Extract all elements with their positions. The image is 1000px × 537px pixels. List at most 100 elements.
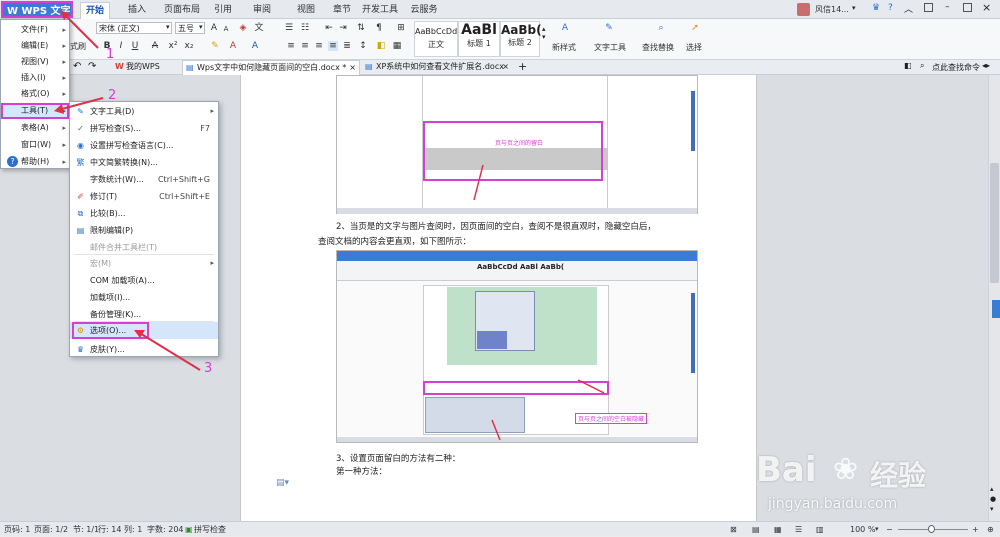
format-painter-label[interactable]: 式刷 [70, 41, 86, 52]
main-menu-help[interactable]: 帮助(H) ▸? [1, 154, 69, 170]
vertical-scrollbar[interactable]: ▴ ● ▾ [988, 75, 1000, 521]
user-chevron-icon[interactable]: ▾ [852, 4, 856, 12]
document-image-2[interactable]: AaBbCcDd AaBl AaBb( 页与页之间的空白被隐藏 [336, 250, 698, 443]
main-menu-window[interactable]: 窗口(W) ▸ [1, 137, 69, 153]
status-words[interactable]: 字数: 204 [147, 522, 184, 537]
zoom-level[interactable]: 100 % [850, 522, 875, 537]
new-tab-icon[interactable]: + [518, 60, 527, 73]
select-icon[interactable]: ➚ [690, 23, 700, 33]
wps-menu-button[interactable]: W WPS 文字 ▾ [1, 1, 73, 33]
close-tab-icon[interactable]: × [349, 61, 356, 75]
shrink-font-icon[interactable]: A [221, 24, 231, 34]
document-page[interactable]: 页与页之间的留白 2、当页是的文字与图片查阅时，因页面间的空白，查阅不是很直观时… [240, 75, 757, 521]
styles-scroll-icon[interactable]: ▴ ▾ [542, 25, 546, 41]
main-menu-file[interactable]: 文件(F) ▸ [1, 22, 69, 38]
undo-icon[interactable]: ↶ [73, 61, 81, 72]
shading-icon[interactable]: ◧ [376, 41, 386, 51]
show-marks-icon[interactable]: ¶ [374, 23, 384, 33]
select-button[interactable]: 选择 [686, 42, 702, 53]
grow-font-icon[interactable]: A [209, 23, 219, 33]
view-outline-icon[interactable]: ☰ [795, 522, 802, 537]
search-command-icon[interactable]: ⌕ [920, 61, 924, 71]
char-border-icon[interactable]: A [250, 41, 260, 51]
pinyin-icon[interactable]: 文 [254, 23, 264, 33]
prev-page-icon[interactable]: ▴ [990, 485, 994, 493]
numbering-icon[interactable]: ☷ [300, 23, 310, 33]
tools-menu-item-2[interactable]: ◉ 设置拼写检查语言(C)... [70, 137, 218, 154]
tools-menu-item-10[interactable]: COM 加载项(A)... [70, 272, 218, 289]
text-tools-button[interactable]: 文字工具 [594, 42, 626, 53]
next-page-icon[interactable]: ▾ [990, 505, 994, 513]
tools-menu-item-3[interactable]: 繁中文简繁转换(N)... [70, 154, 218, 171]
main-menu-edit[interactable]: 编辑(E) ▸ [1, 38, 69, 54]
style-heading-2[interactable]: AaBb( 标题 2 [500, 21, 542, 57]
zoom-chevron-icon[interactable]: ▾ [875, 522, 879, 537]
tools-menu-item-14[interactable]: ♛ 皮肤(Y)... [70, 341, 218, 358]
tools-menu-item-4[interactable]: 字数统计(W)... Ctrl+Shift+G [70, 171, 218, 188]
align-center-icon[interactable]: ≡ [300, 41, 310, 51]
style-heading-1[interactable]: AaBl 标题 1 [458, 21, 500, 57]
view-web-icon[interactable]: ▦ [774, 522, 782, 537]
tools-menu-item-13[interactable]: ⚙ 选项(O)... [70, 322, 218, 339]
view-page-icon[interactable]: ▤ [752, 522, 760, 537]
paste-options-icon[interactable]: ▤▾ [276, 478, 289, 488]
minimize-ribbon-icon[interactable]: ︿ [904, 2, 913, 15]
status-page[interactable]: 页码: 1 [4, 522, 30, 537]
increase-indent-icon[interactable]: ⇥ [338, 23, 348, 33]
paragraph-settings-icon[interactable]: ⊞ [396, 23, 406, 33]
sort-icon[interactable]: ⇅ [356, 23, 366, 33]
side-panel-toggle[interactable] [992, 300, 1000, 318]
close-tab-icon[interactable]: × [502, 60, 509, 74]
tab-ribbon-7[interactable]: 开发工具 [360, 2, 400, 19]
avatar[interactable] [797, 3, 810, 16]
superscript-icon[interactable]: x² [168, 41, 178, 51]
tab-ribbon-6[interactable]: 章节 [328, 2, 356, 19]
user-name[interactable]: 风信14... [815, 4, 849, 15]
tools-menu-item-7[interactable]: ▤ 限制编辑(P) [70, 222, 218, 239]
select-browse-icon[interactable]: ● [990, 495, 996, 503]
underline-icon[interactable]: U [130, 41, 140, 51]
tab-ribbon-3[interactable]: 引用 [208, 2, 238, 19]
tab-ribbon-8[interactable]: 云服务 [406, 2, 442, 19]
share-icon[interactable]: ◧ [904, 61, 912, 70]
status-section[interactable]: 节: 1/1 [73, 522, 99, 537]
new-style-icon[interactable]: A [560, 23, 570, 33]
scroll-thumb[interactable] [990, 163, 999, 283]
close-icon[interactable]: × [982, 1, 991, 14]
tab-ribbon-5[interactable]: 视图 [288, 2, 324, 19]
decrease-indent-icon[interactable]: ⇤ [324, 23, 334, 33]
maximize-icon[interactable] [963, 3, 972, 12]
search-command-link[interactable]: 点此查找命令 [932, 62, 980, 73]
zoom-out-icon[interactable]: − [886, 522, 893, 537]
zoom-slider-thumb[interactable] [928, 525, 935, 533]
style-normal[interactable]: AaBbCcDd 正文 [414, 21, 458, 57]
status-spellcheck[interactable]: 拼写检查 [194, 522, 226, 537]
zoom-in-icon[interactable]: + [972, 522, 979, 537]
focus-mode-icon[interactable]: ⊠ [730, 522, 737, 537]
main-menu-format[interactable]: 格式(O) ▸ [1, 86, 69, 102]
help-icon[interactable]: ? [888, 3, 893, 13]
tab-home[interactable]: 开始 [80, 2, 110, 19]
restore-window-icon[interactable] [924, 3, 933, 12]
font-color-icon[interactable]: A [228, 41, 238, 51]
distribute-icon[interactable]: ≣ [342, 41, 352, 51]
main-menu-view[interactable]: 视图(V) ▸ [1, 54, 69, 70]
status-row[interactable]: 行: 14 [98, 522, 121, 537]
strikethrough-icon[interactable]: A [150, 41, 160, 51]
font-size-chevron-icon[interactable]: ▾ [199, 23, 203, 31]
italic-icon[interactable]: I [116, 41, 126, 51]
main-menu-table[interactable]: 表格(A) ▸ [1, 120, 69, 136]
font-name-select[interactable]: 宋体 (正文) [96, 22, 172, 34]
skin-toggle-icon[interactable]: ♛ [872, 3, 880, 13]
spellcheck-status-icon[interactable]: ▣ [185, 522, 193, 537]
line-spacing-icon[interactable]: ↕ [358, 41, 368, 51]
new-style-button[interactable]: 新样式 [552, 42, 576, 53]
subscript-icon[interactable]: x₂ [184, 41, 194, 51]
font-name-chevron-icon[interactable]: ▾ [166, 23, 170, 31]
tab-my-wps[interactable]: W 我的WPS [112, 60, 178, 75]
border-icon[interactable]: ▦ [392, 41, 402, 51]
highlight-icon[interactable]: ✎ [210, 41, 220, 51]
tools-menu-item-1[interactable]: ✓ 拼写检查(S)... F7 [70, 120, 218, 137]
tab-ribbon-1[interactable]: 插入 [120, 2, 154, 19]
find-replace-button[interactable]: 查找替换 [642, 42, 674, 53]
